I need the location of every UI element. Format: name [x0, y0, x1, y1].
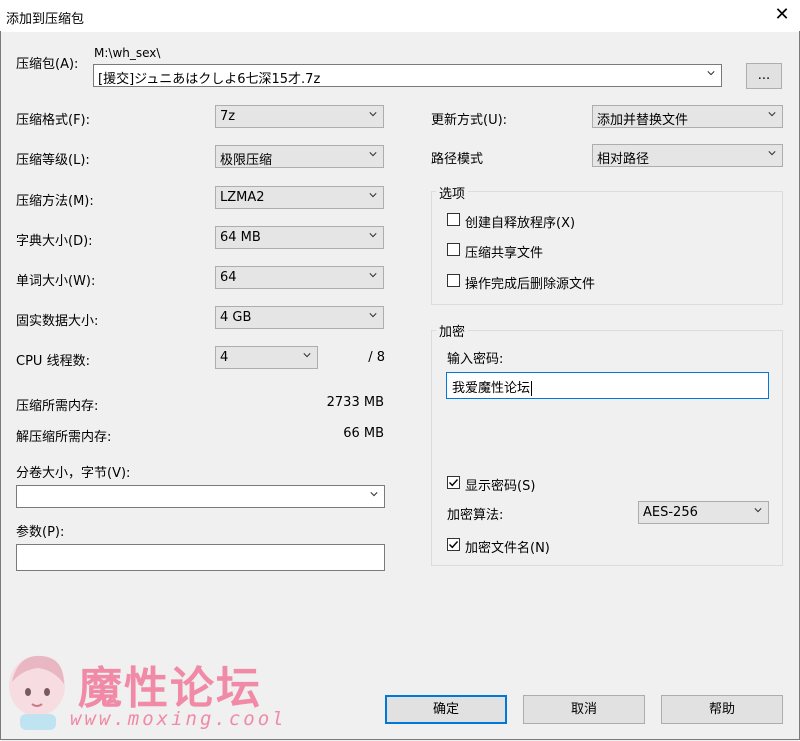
level-value: 极限压缩: [220, 153, 273, 168]
enc-method-label: 加密算法:: [447, 508, 504, 523]
params-input[interactable]: [16, 544, 385, 571]
level-select[interactable]: 极限压缩: [215, 145, 384, 168]
enc-method-select[interactable]: AES-256: [638, 501, 769, 524]
pathmode-select[interactable]: 相对路径: [592, 144, 783, 167]
update-label: 更新方式(U):: [431, 113, 508, 128]
volume-label: 分卷大小，字节(V):: [16, 466, 131, 481]
checkmark-icon: [449, 479, 459, 487]
threads-value: 4: [220, 350, 229, 365]
close-icon[interactable]: ✕: [770, 4, 794, 25]
archive-path: M:\wh_sex\: [94, 46, 161, 60]
method-value: LZMA2: [220, 190, 265, 205]
chevron-down-icon: [369, 233, 377, 238]
encryption-title: 加密: [436, 321, 469, 340]
chevron-down-icon: [768, 112, 776, 117]
solid-select[interactable]: 4 GB: [215, 306, 384, 329]
pathmode-label: 路径模式: [431, 152, 484, 167]
mem-compress-value: 2733 MB: [326, 395, 384, 410]
dict-value: 64 MB: [220, 230, 261, 245]
archive-name-combo[interactable]: [援交]ジュニあはクしよ6七深15才.7z: [93, 64, 722, 87]
chevron-down-icon: [754, 508, 762, 513]
params-label: 参数(P):: [16, 525, 65, 540]
level-label: 压缩等级(L):: [16, 153, 90, 168]
method-label: 压缩方法(M):: [16, 194, 94, 209]
word-select[interactable]: 64: [215, 266, 384, 289]
format-label: 压缩格式(F):: [16, 113, 91, 128]
watermark-text: 魔性论坛: [78, 663, 262, 714]
password-value: 我爱魔性论坛: [452, 381, 531, 396]
threads-max: / 8: [368, 350, 385, 365]
word-value: 64: [220, 270, 237, 285]
watermark-avatar: [4, 648, 74, 732]
chevron-down-icon: [370, 492, 378, 497]
chevron-down-icon: [369, 273, 377, 278]
method-select[interactable]: LZMA2: [215, 186, 384, 209]
solid-label: 固实数据大小:: [16, 314, 99, 329]
show-password-label: 显示密码(S): [465, 479, 536, 494]
update-select[interactable]: 添加并替换文件: [592, 105, 783, 128]
cancel-button[interactable]: 取消: [523, 695, 645, 724]
mem-decompress-label: 解压缩所需内存:: [16, 430, 112, 445]
chevron-down-icon: [369, 193, 377, 198]
volume-combo[interactable]: [16, 485, 385, 508]
show-password-checkbox[interactable]: [447, 476, 460, 489]
password-input[interactable]: 我爱魔性论坛: [446, 372, 769, 399]
format-value: 7z: [220, 109, 236, 124]
chevron-down-icon: [768, 151, 776, 156]
solid-value: 4 GB: [220, 310, 252, 325]
browse-button[interactable]: ...: [746, 63, 782, 89]
sfx-checkbox[interactable]: [447, 213, 460, 226]
window-title: 添加到压缩包: [6, 12, 85, 27]
mem-decompress-value: 66 MB: [343, 426, 384, 441]
word-label: 单词大小(W):: [16, 274, 96, 289]
help-button[interactable]: 帮助: [661, 695, 783, 724]
chevron-down-icon: [707, 71, 715, 76]
delete-label: 操作完成后删除源文件: [465, 277, 596, 292]
chevron-down-icon: [369, 313, 377, 318]
enc-method-value: AES-256: [643, 505, 698, 520]
update-value: 添加并替换文件: [597, 113, 689, 128]
chevron-down-icon: [369, 112, 377, 117]
ok-button[interactable]: 确定: [385, 695, 507, 724]
archive-filename: [援交]ジュニあはクしよ6七深15才.7z: [98, 72, 321, 87]
encrypt-names-checkbox[interactable]: [447, 538, 460, 551]
format-select[interactable]: 7z: [215, 105, 384, 128]
shared-label: 压缩共享文件: [465, 246, 544, 261]
chevron-down-icon: [303, 353, 311, 358]
encrypt-names-label: 加密文件名(N): [465, 541, 550, 556]
dict-label: 字典大小(D):: [16, 234, 93, 249]
sfx-label: 创建自释放程序(X): [465, 216, 576, 231]
archive-label: 压缩包(A):: [16, 57, 79, 72]
options-title: 选项: [436, 183, 469, 202]
mem-compress-label: 压缩所需内存:: [16, 399, 99, 414]
chevron-down-icon: [369, 152, 377, 157]
pathmode-value: 相对路径: [597, 152, 650, 167]
password-label: 输入密码:: [447, 352, 504, 367]
threads-label: CPU 线程数:: [16, 354, 90, 369]
delete-checkbox[interactable]: [447, 274, 460, 287]
shared-checkbox[interactable]: [447, 243, 460, 256]
watermark-url: www.moxing.cool: [70, 708, 287, 730]
text-caret: [531, 381, 533, 396]
checkmark-icon: [449, 541, 459, 549]
dict-select[interactable]: 64 MB: [215, 226, 384, 249]
title-bar: [0, 0, 800, 32]
threads-select[interactable]: 4: [215, 346, 318, 369]
